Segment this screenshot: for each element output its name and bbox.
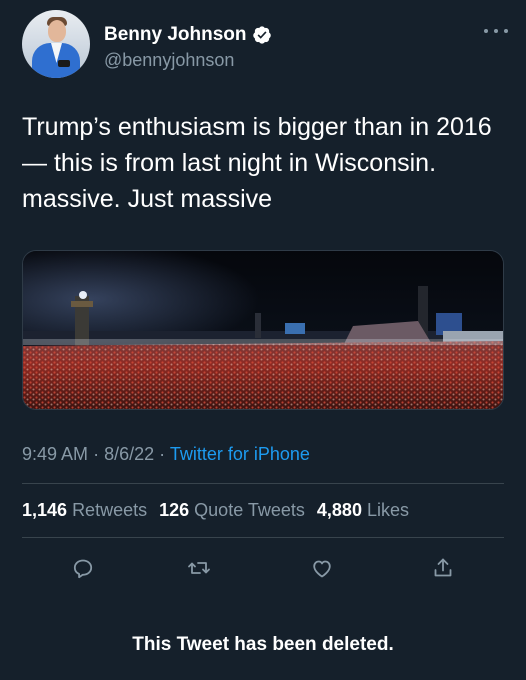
likes-count: 4,880 bbox=[316, 500, 362, 520]
retweets-stat[interactable]: 1,146 Retweets bbox=[22, 500, 147, 521]
avatar[interactable] bbox=[22, 10, 90, 78]
tweet-date[interactable]: 8/6/22 bbox=[104, 444, 154, 464]
divider bbox=[22, 483, 504, 484]
author-name[interactable]: Benny Johnson bbox=[104, 24, 247, 46]
more-options-icon[interactable] bbox=[484, 26, 508, 36]
tweet-source-link[interactable]: Twitter for iPhone bbox=[170, 444, 310, 464]
meta-separator: · bbox=[159, 444, 166, 464]
like-icon[interactable] bbox=[307, 553, 337, 583]
verified-badge-icon bbox=[252, 26, 271, 44]
engagement-stats: 1,146 Retweets 126 Quote Tweets 4,880 Li… bbox=[22, 500, 409, 521]
divider bbox=[22, 537, 504, 538]
tweet-actions-bar bbox=[22, 553, 504, 583]
author-handle[interactable]: @bennyjohnson bbox=[104, 50, 234, 71]
quote-tweets-stat[interactable]: 126 Quote Tweets bbox=[159, 500, 305, 521]
likes-stat[interactable]: 4,880 Likes bbox=[317, 500, 409, 521]
tweet-header: Benny Johnson @bennyjohnson bbox=[22, 10, 508, 80]
deleted-notice: This Tweet has been deleted. bbox=[132, 634, 394, 655]
retweet-icon[interactable] bbox=[184, 553, 214, 583]
retweets-label: Retweets bbox=[72, 500, 148, 520]
meta-separator: · bbox=[93, 444, 100, 464]
quote-tweets-count: 126 bbox=[159, 500, 190, 520]
likes-label: Likes bbox=[366, 500, 409, 520]
rally-crowd-photo bbox=[23, 251, 503, 409]
share-icon[interactable] bbox=[428, 553, 458, 583]
tweet-photo[interactable] bbox=[22, 250, 504, 410]
tweet-metadata: 9:49 AM · 8/6/22 · Twitter for iPhone bbox=[22, 444, 310, 465]
retweets-count: 1,146 bbox=[22, 500, 68, 520]
quote-tweets-label: Quote Tweets bbox=[194, 500, 305, 520]
reply-icon[interactable] bbox=[68, 553, 98, 583]
author-name-row: Benny Johnson bbox=[104, 24, 272, 46]
tweet-text: Trump’s enthusiasm is bigger than in 201… bbox=[22, 113, 492, 213]
tweet-time[interactable]: 9:49 AM bbox=[22, 444, 88, 464]
